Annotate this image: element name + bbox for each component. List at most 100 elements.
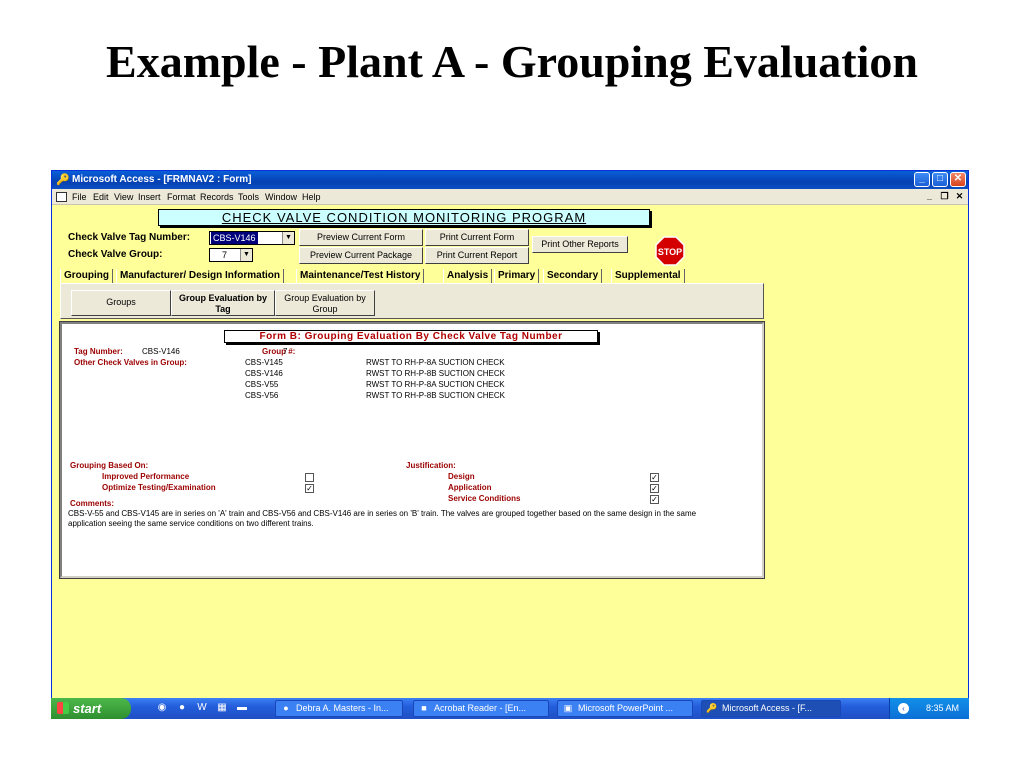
preview-current-form-button[interactable]: Preview Current Form [299,229,423,246]
task-powerpoint[interactable]: ▣ Microsoft PowerPoint ... [557,700,693,717]
window-title: Microsoft Access - [FRMNAV2 : Form] [72,174,252,185]
comments-label: Comments: [70,499,115,508]
stop-button[interactable]: STOP [655,236,685,266]
comments-text[interactable]: CBS-V-55 and CBS-V145 are in series on '… [68,509,728,529]
application-label: Application [448,483,492,492]
tab-supplemental[interactable]: Supplemental [611,269,685,283]
menu-format[interactable]: Format [167,189,196,205]
menu-window[interactable]: Window [265,189,297,205]
powerpoint-icon: ▣ [563,703,573,713]
start-button[interactable]: start [51,698,131,719]
improved-performance-checkbox[interactable] [305,473,314,482]
print-current-report-button[interactable]: Print Current Report [425,247,529,264]
tab-secondary[interactable]: Secondary [543,269,603,283]
access-key-icon: 🔑 [706,703,718,713]
valve-description: RWST TO RH-P-8B SUCTION CHECK [366,369,505,378]
form-title: CHECK VALVE CONDITION MONITORING PROGRAM [158,209,650,226]
browser-icon[interactable]: ● [175,701,189,715]
menu-tools[interactable]: Tools [238,189,259,205]
window-titlebar[interactable]: 🔑 Microsoft Access - [FRMNAV2 : Form] _ … [52,171,968,189]
desktop-icon[interactable]: ◉ [155,701,169,715]
form-doc-icon[interactable] [56,192,67,202]
access-window: 🔑 Microsoft Access - [FRMNAV2 : Form] _ … [51,170,969,719]
task-label: Acrobat Reader - [En... [434,703,527,713]
valve-tag: CBS-V55 [245,380,279,389]
stop-label: STOP [658,247,682,257]
tag-number-value: CBS-V146 [211,232,258,244]
windows-flag-icon [57,702,69,714]
tray-expand-icon[interactable]: ‹ [898,703,909,714]
group-value: 7 [222,250,228,260]
print-current-form-button[interactable]: Print Current Form [425,229,529,246]
access-key-icon: 🔑 [56,174,70,186]
grouping-based-on-label: Grouping Based On: [70,461,149,470]
valve-description: RWST TO RH-P-8A SUCTION CHECK [366,380,505,389]
task-label: Debra A. Masters - In... [296,703,389,713]
task-acrobat[interactable]: ■ Acrobat Reader - [En... [413,700,549,717]
menu-insert[interactable]: Insert [138,189,161,205]
word-icon[interactable]: W [195,701,209,715]
justification-label: Justification: [406,461,456,470]
subtab-groups[interactable]: Groups [71,290,171,316]
subtab-group-evaluation-by-group[interactable]: Group Evaluation by Group [275,290,375,316]
form-b-title: Form B: Grouping Evaluation By Check Val… [224,330,598,343]
task-browser[interactable]: ● Debra A. Masters - In... [275,700,403,717]
other-valves-label: Other Check Valves in Group: [74,358,187,367]
menu-edit[interactable]: Edit [93,189,109,205]
mdi-close-button[interactable]: ✕ [953,190,966,203]
service-conditions-label: Service Conditions [448,494,521,503]
improved-performance-label: Improved Performance [102,472,190,481]
minimize-button[interactable]: _ [914,172,930,187]
tab-manufacturer-design[interactable]: Manufacturer/ Design Information [116,269,285,283]
tab-maintenance-test-history[interactable]: Maintenance/Test History [296,269,425,283]
valve-description: RWST TO RH-P-8A SUCTION CHECK [366,358,505,367]
design-label: Design [448,472,475,481]
chevron-down-icon[interactable]: ▼ [240,249,252,261]
tag-number-field-value: CBS-V146 [142,347,180,356]
taskbar: start ◉ ● W ▦ ▬ ● Debra A. Masters - In.… [51,698,969,719]
tag-number-combo[interactable]: CBS-V146 ▼ [209,231,295,245]
application-checkbox[interactable]: ✓ [650,484,659,493]
design-checkbox[interactable]: ✓ [650,473,659,482]
subtab-panel: Groups Group Evaluation by Tag Group Eva… [60,283,764,319]
slide-title: Example - Plant A - Grouping Evaluation [106,36,918,87]
chevron-down-icon[interactable]: ▼ [282,232,294,244]
service-conditions-checkbox[interactable]: ✓ [650,495,659,504]
tag-number-field-label: Tag Number: [74,347,123,356]
subtab-group-evaluation-by-tag[interactable]: Group Evaluation by Tag [171,290,275,316]
explorer-icon[interactable]: ▦ [215,701,229,715]
valve-tag: CBS-V56 [245,391,279,400]
menu-view[interactable]: View [114,189,133,205]
maximize-button[interactable]: □ [932,172,948,187]
clock: 8:35 AM [925,703,959,713]
acrobat-icon: ■ [421,703,427,713]
task-label: Microsoft PowerPoint ... [578,703,674,713]
network-icon[interactable]: ▬ [235,701,249,715]
menu-file[interactable]: File [72,189,87,205]
tab-analysis[interactable]: Analysis [443,269,493,283]
group-label: Check Valve Group: [68,249,163,260]
valve-tag: CBS-V145 [245,358,283,367]
group-combo[interactable]: 7 ▼ [209,248,253,262]
mdi-restore-button[interactable]: ❐ [938,190,951,203]
valve-description: RWST TO RH-P-8B SUCTION CHECK [366,391,505,400]
menu-help[interactable]: Help [302,189,321,205]
group-number-label: Group #: [262,347,296,356]
menu-bar: File Edit View Insert Format Records Too… [52,189,968,205]
group-number-value: 7 [283,347,288,356]
tab-primary[interactable]: Primary [494,269,540,283]
menu-records[interactable]: Records [200,189,234,205]
print-other-reports-button[interactable]: Print Other Reports [532,236,628,253]
tab-grouping[interactable]: Grouping [60,269,113,283]
preview-current-package-button[interactable]: Preview Current Package [299,247,423,264]
task-label: Microsoft Access - [F... [722,703,813,713]
tag-number-label: Check Valve Tag Number: [68,232,191,243]
close-button[interactable]: ✕ [950,172,966,187]
start-label: start [73,701,102,716]
optimize-testing-checkbox[interactable]: ✓ [305,484,314,493]
task-access[interactable]: 🔑 Microsoft Access - [F... [701,700,841,717]
valve-tag: CBS-V146 [245,369,283,378]
optimize-testing-label: Optimize Testing/Examination [102,483,216,492]
form-b-subform: Form B: Grouping Evaluation By Check Val… [59,321,765,579]
mdi-minimize-button[interactable]: _ [923,190,936,203]
